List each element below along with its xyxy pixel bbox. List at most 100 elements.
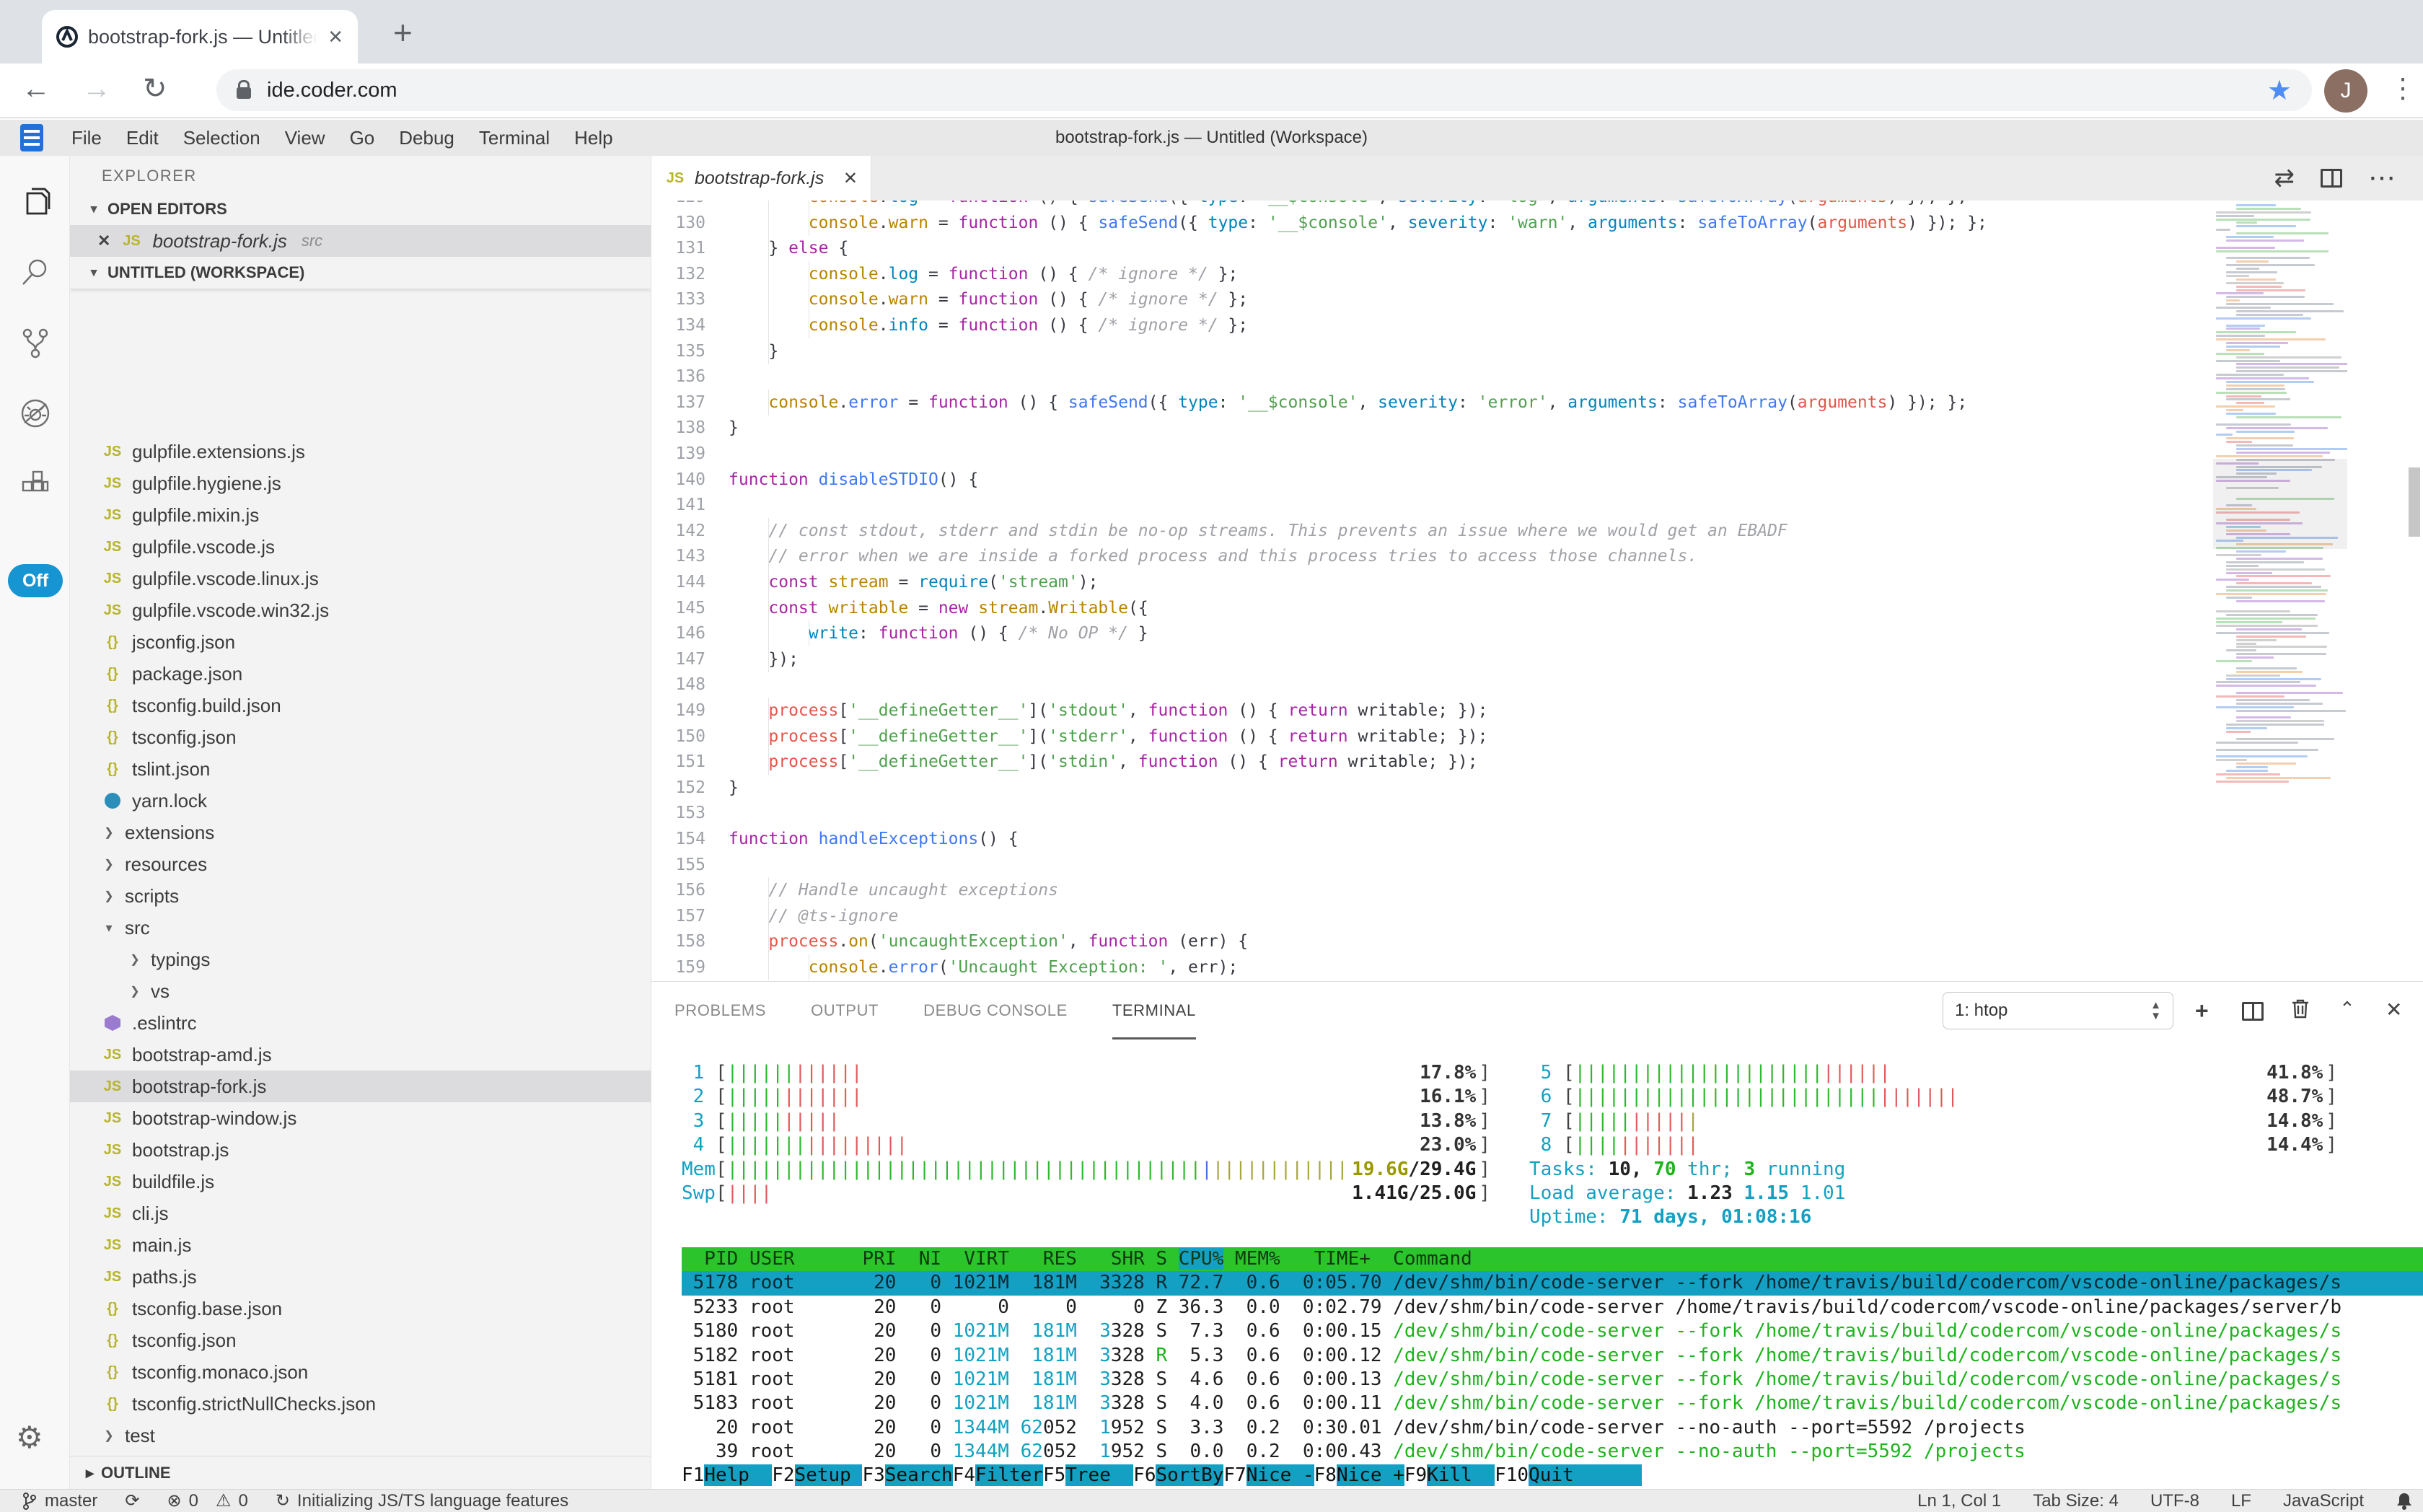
tree-item-gulpfile.vscode.linux.js[interactable]: JSgulpfile.vscode.linux.js — [70, 563, 651, 594]
minimap-slider[interactable] — [2213, 459, 2347, 549]
menu-help[interactable]: Help — [562, 127, 625, 149]
language-mode-item[interactable]: JavaScript — [2283, 1491, 2364, 1511]
tree-item-tsconfig.build.json[interactable]: {}tsconfig.build.json — [70, 690, 651, 721]
process-row[interactable]: 5178 root 20 0 1021M 181M 3328 R 72.7 0.… — [682, 1271, 2423, 1295]
menu-go[interactable]: Go — [338, 127, 387, 149]
tree-item-main.js[interactable]: JSmain.js — [70, 1229, 651, 1261]
process-row[interactable]: 5183 root 20 0 1021M 181M 3328 S 4.0 0.6… — [682, 1392, 2423, 1415]
browser-menu-icon[interactable]: ⋮ — [2389, 72, 2417, 105]
panel-tab-problems[interactable]: PROBLEMS — [674, 982, 766, 1040]
menu-terminal[interactable]: Terminal — [467, 127, 562, 149]
tree-item-cli.js[interactable]: JScli.js — [70, 1197, 651, 1229]
tree-item-tsconfig.monaco.json[interactable]: {}tsconfig.monaco.json — [70, 1356, 651, 1388]
reload-icon[interactable]: ↻ — [143, 72, 167, 105]
close-editor-icon[interactable]: ✕ — [97, 232, 110, 250]
kill-terminal-trash-icon[interactable] — [2290, 998, 2310, 1025]
editor-tab[interactable]: JS bootstrap-fork.js ✕ — [651, 156, 871, 201]
source-control-icon[interactable] — [17, 325, 53, 361]
tree-item-tsconfig.base.json[interactable]: {}tsconfig.base.json — [70, 1293, 651, 1324]
debug-disabled-icon[interactable] — [17, 395, 53, 431]
tree-item-yarn.lock[interactable]: yarn.lock — [70, 785, 651, 817]
tree-item-typings[interactable]: ❯typings — [70, 944, 651, 975]
tree-item-gulpfile.hygiene.js[interactable]: JSgulpfile.hygiene.js — [70, 467, 651, 499]
workspace-header[interactable]: ▾ UNTITLED (WORKSPACE) — [70, 257, 651, 289]
tree-item-resources[interactable]: ❯resources — [70, 848, 651, 880]
tree-item-bootstrap-fork.js[interactable]: JSbootstrap-fork.js — [70, 1071, 651, 1102]
terminal-select[interactable]: 1: htop ▲▼ — [1943, 992, 2173, 1029]
maximize-panel-icon[interactable]: ⌃ — [2339, 998, 2355, 1020]
notifications-bell-icon[interactable] — [2396, 1491, 2413, 1511]
tree-item-tsconfig.json[interactable]: {}tsconfig.json — [70, 721, 651, 753]
panel-tab-debug-console[interactable]: DEBUG CONSOLE — [923, 982, 1068, 1040]
menu-file[interactable]: File — [59, 127, 114, 149]
cursor-position-item[interactable]: Ln 1, Col 1 — [1917, 1491, 2001, 1511]
url-bar[interactable]: ide.coder.com ★ — [216, 69, 2312, 111]
tab-size-item[interactable]: Tab Size: 4 — [2033, 1491, 2119, 1511]
process-row[interactable]: 20 root 20 0 1344M 62052 1952 S 3.3 0.2 … — [682, 1416, 2423, 1440]
outline-header[interactable]: ▸ OUTLINE — [70, 1456, 651, 1489]
close-panel-icon[interactable]: ✕ — [2385, 998, 2402, 1021]
new-terminal-icon[interactable]: + — [2195, 998, 2209, 1024]
split-editor-icon[interactable] — [2321, 169, 2342, 188]
browser-tab[interactable]: bootstrap-fork.js — Untitled (W ✕ — [42, 10, 358, 63]
panel-tab-output[interactable]: OUTPUT — [811, 982, 879, 1040]
encoding-item[interactable]: UTF-8 — [2150, 1491, 2199, 1511]
process-row[interactable]: 39 root 20 0 1344M 62052 1952 S 0.0 0.2 … — [682, 1440, 2423, 1464]
tree-item-.eslintrc[interactable]: .eslintrc — [70, 1007, 651, 1039]
editor-scrollbar-thumb[interactable] — [2409, 467, 2420, 537]
eol-item[interactable]: LF — [2231, 1491, 2251, 1511]
explorer-icon[interactable] — [17, 183, 53, 219]
url-text[interactable]: ide.coder.com — [267, 79, 2251, 102]
bookmark-star-icon[interactable]: ★ — [2267, 74, 2292, 107]
extensions-icon[interactable] — [17, 466, 53, 502]
language-status-item[interactable]: ↻ Initializing JS/TS language features — [276, 1490, 568, 1511]
tree-item-bootstrap-window.js[interactable]: JSbootstrap-window.js — [70, 1102, 651, 1134]
tree-item-src[interactable]: ▾src — [70, 912, 651, 944]
problems-item[interactable]: ⊗0 ⚠0 — [167, 1490, 247, 1511]
process-row[interactable]: 5182 root 20 0 1021M 181M 3328 R 5.3 0.6… — [682, 1344, 2423, 1368]
tree-item-tslint.json[interactable]: {}tslint.json — [70, 753, 651, 785]
tree-item-buildfile.js[interactable]: JSbuildfile.js — [70, 1166, 651, 1197]
new-tab-button[interactable]: + — [393, 13, 413, 52]
close-tab-icon[interactable]: ✕ — [327, 26, 343, 48]
process-row[interactable]: 5181 root 20 0 1021M 181M 3328 S 4.6 0.6… — [682, 1368, 2423, 1392]
editor-area[interactable]: JS bootstrap-fork.js ✕ ⇄ ⋯ 129console.lo… — [651, 156, 2423, 981]
tree-item-gulpfile.vscode.js[interactable]: JSgulpfile.vscode.js — [70, 531, 651, 563]
settings-gear-icon[interactable]: ⚙ — [16, 1420, 43, 1455]
menu-selection[interactable]: Selection — [171, 127, 273, 149]
tree-item-extensions[interactable]: ❯extensions — [70, 817, 651, 848]
sync-item[interactable]: ⟳ — [125, 1490, 139, 1511]
open-editors-header[interactable]: ▾ OPEN EDITORS — [70, 193, 651, 225]
close-editor-tab-icon[interactable]: ✕ — [843, 168, 858, 189]
tree-item-tsconfig.json[interactable]: {}tsconfig.json — [70, 1324, 651, 1356]
back-icon[interactable]: ← — [22, 73, 50, 105]
process-table-header[interactable]: PID USER PRI NI VIRT RES SHR S CPU% MEM%… — [682, 1247, 2423, 1271]
tree-item-package.json[interactable]: {}package.json — [70, 658, 651, 690]
split-terminal-icon[interactable] — [2242, 1002, 2264, 1021]
forward-icon[interactable]: → — [82, 73, 111, 105]
code-viewport[interactable]: 129console.log = function () { safeSend(… — [651, 201, 2209, 981]
offline-toggle-badge[interactable]: Off — [8, 564, 63, 597]
menu-view[interactable]: View — [273, 127, 338, 149]
search-icon[interactable] — [17, 254, 53, 290]
tree-item-jsconfig.json[interactable]: {}jsconfig.json — [70, 626, 651, 658]
process-row[interactable]: 5180 root 20 0 1021M 181M 3328 S 7.3 0.6… — [682, 1319, 2423, 1343]
process-row[interactable]: 5233 root 20 0 0 0 0 Z 36.3 0.0 0:02.79 … — [682, 1296, 2423, 1319]
app-logo-icon[interactable] — [20, 124, 43, 151]
tree-item-paths.js[interactable]: JSpaths.js — [70, 1261, 651, 1293]
tree-item-vs[interactable]: ❯vs — [70, 975, 651, 1007]
menu-debug[interactable]: Debug — [387, 127, 467, 149]
tree-item-gulpfile.mixin.js[interactable]: JSgulpfile.mixin.js — [70, 499, 651, 531]
menu-edit[interactable]: Edit — [114, 127, 171, 149]
git-branch-item[interactable]: master — [22, 1490, 97, 1511]
tree-item-test[interactable]: ❯test — [70, 1420, 651, 1451]
open-editor-item[interactable]: ✕ JS bootstrap-fork.js src — [70, 225, 651, 257]
panel-tab-terminal[interactable]: TERMINAL — [1112, 982, 1196, 1040]
editor-more-actions-icon[interactable]: ⋯ — [2368, 162, 2397, 194]
avatar[interactable]: J — [2324, 69, 2367, 113]
toggle-changes-icon[interactable]: ⇄ — [2274, 164, 2295, 193]
tree-item-bootstrap.js[interactable]: JSbootstrap.js — [70, 1134, 651, 1166]
tree-item-gulpfile.extensions.js[interactable]: JSgulpfile.extensions.js — [70, 444, 651, 467]
tree-item-gulpfile.vscode.win32.js[interactable]: JSgulpfile.vscode.win32.js — [70, 594, 651, 626]
tree-item-tsconfig.strictNullChecks.json[interactable]: {}tsconfig.strictNullChecks.json — [70, 1388, 651, 1420]
